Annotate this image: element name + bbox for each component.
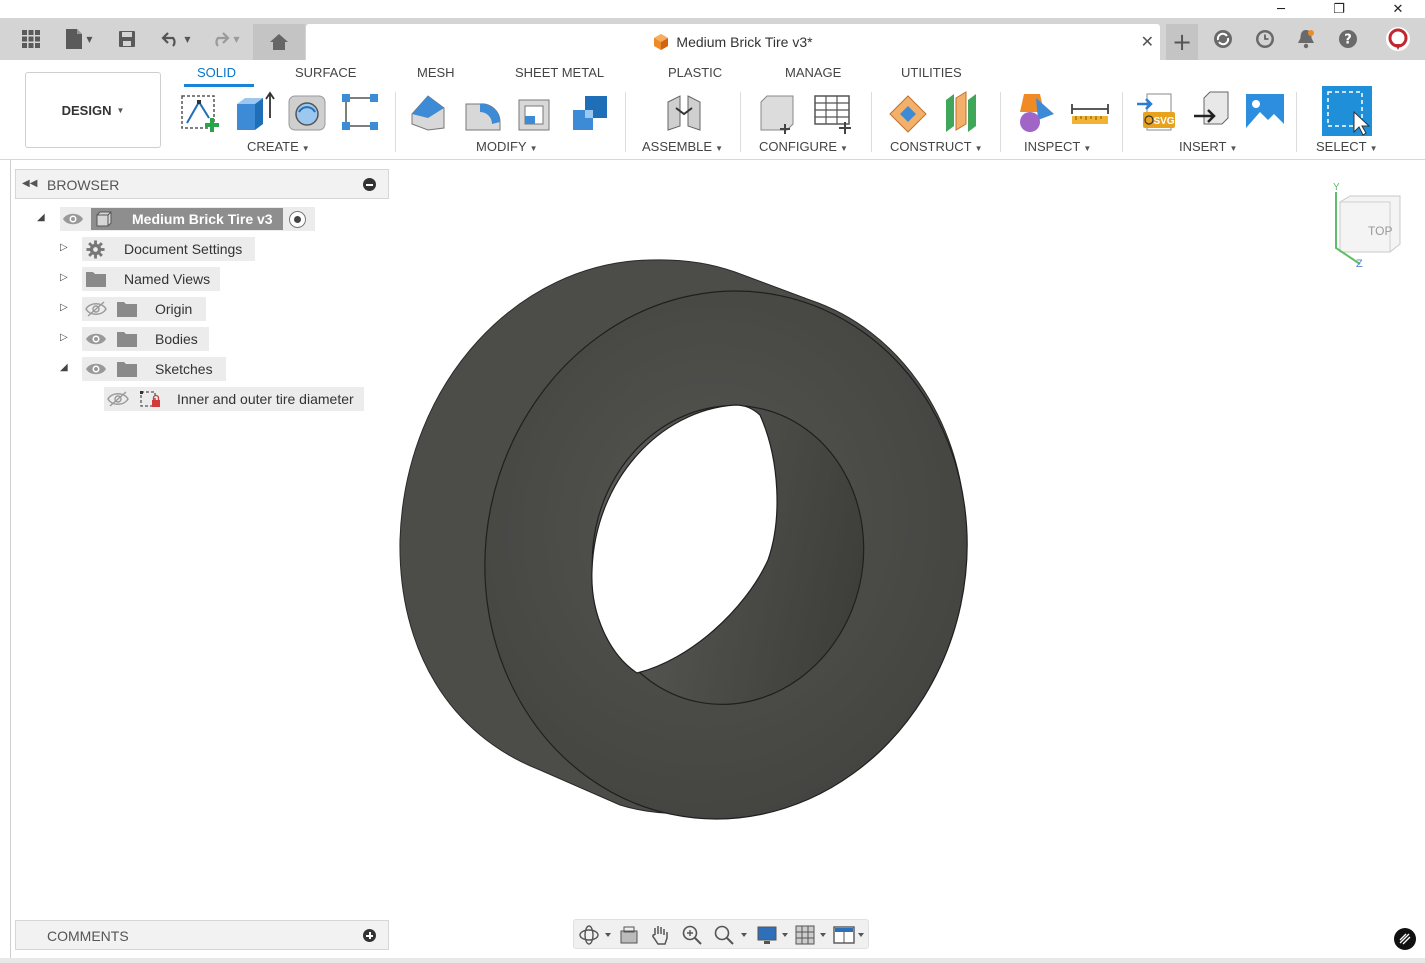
tire-model-viewport[interactable] xyxy=(0,0,1425,963)
zoom-icon[interactable] xyxy=(680,923,704,947)
grid-settings-icon[interactable] xyxy=(794,923,830,947)
orbit-icon[interactable] xyxy=(578,923,611,947)
add-comment-icon[interactable] xyxy=(363,929,376,942)
viewcube-axis-y: Y xyxy=(1333,182,1340,193)
viewcube-axis-z: Z xyxy=(1356,258,1363,270)
look-at-icon[interactable] xyxy=(617,923,641,947)
comments-title: COMMENTS xyxy=(47,928,129,944)
comments-panel[interactable]: COMMENTS xyxy=(15,920,389,950)
learning-panel-icon[interactable] xyxy=(1394,928,1416,950)
viewports-icon[interactable] xyxy=(832,923,868,947)
viewcube-face-label[interactable]: TOP xyxy=(1368,224,1392,238)
pan-hand-icon[interactable] xyxy=(648,923,672,947)
status-strip xyxy=(0,958,1425,963)
navigation-bar xyxy=(573,919,869,949)
viewcube[interactable]: Y Z TOP xyxy=(1326,182,1406,272)
display-settings-icon[interactable] xyxy=(756,923,792,947)
zoom-window-icon[interactable] xyxy=(712,923,748,947)
